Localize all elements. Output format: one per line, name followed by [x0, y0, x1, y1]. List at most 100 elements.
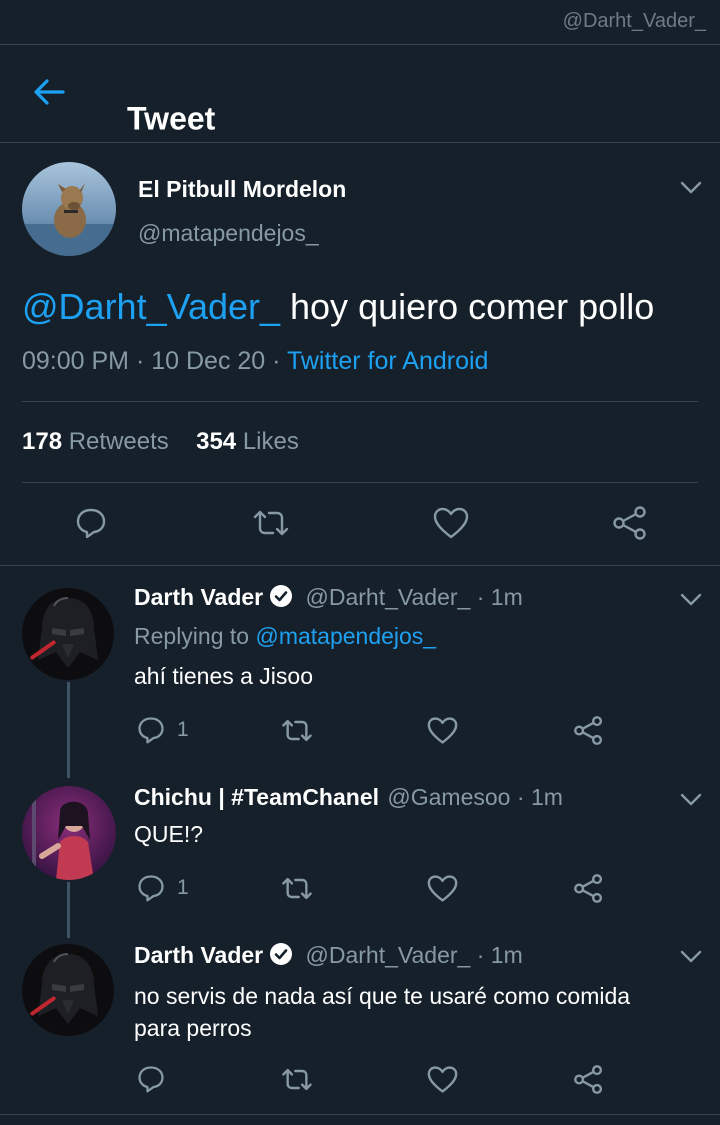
verified-badge-icon [270, 585, 293, 607]
replying-to-line: Replying to @matapendejos_ [134, 623, 436, 650]
share-icon [574, 716, 603, 745]
reply-button[interactable] [136, 715, 166, 750]
avatar[interactable] [22, 588, 114, 680]
reply-time: 1m [530, 784, 563, 810]
top-bar: @Darht_Vader_ [0, 0, 720, 45]
retweets-stat[interactable]: 178 Retweets [22, 428, 169, 455]
reply-time: 1m [490, 584, 523, 610]
tweet-date: 10 Dec 20 [151, 347, 266, 375]
account-handle: @Darht_Vader_ [562, 10, 706, 32]
reply-icon [76, 508, 106, 539]
reply-icon [138, 717, 164, 744]
reply-handle[interactable]: @Darht_Vader_ [306, 942, 471, 968]
reply-handle[interactable]: @Darht_Vader_ [306, 584, 471, 610]
reply-handle[interactable]: @Gamesoo [387, 784, 510, 810]
heart-icon [427, 717, 458, 744]
darth-vader-avatar-image [22, 944, 114, 1036]
arrow-left-icon [34, 79, 65, 105]
share-button[interactable] [573, 716, 604, 750]
like-button[interactable] [433, 506, 469, 545]
reply-header: Chichu | #TeamChanel @Gamesoo · 1m [134, 784, 563, 810]
reply-author-name[interactable]: Chichu | #TeamChanel [134, 784, 379, 810]
retweet-button[interactable] [280, 874, 314, 908]
retweets-count: 178 [22, 428, 63, 455]
share-icon [613, 506, 646, 540]
replying-to-link[interactable]: @matapendejos_ [255, 623, 436, 649]
reply-author-name[interactable]: Darth Vader [134, 942, 263, 968]
chevron-down-icon [680, 593, 702, 606]
retweet-button[interactable] [280, 716, 314, 750]
reply-options-button[interactable] [680, 793, 702, 807]
author-handle[interactable]: @matapendejos_ [138, 220, 319, 247]
heart-icon [433, 507, 469, 539]
verified-badge-icon [270, 943, 293, 965]
reply-options-button[interactable] [680, 593, 702, 607]
reply-icon [138, 1066, 164, 1093]
tweet-source-link[interactable]: Twitter for Android [287, 347, 488, 375]
reply-text-line: para perros [134, 1015, 252, 1041]
chevron-down-icon [680, 181, 702, 194]
reply-button[interactable] [136, 1064, 166, 1099]
tweet-meta: 09:00 PM · 10 Dec 20 · Twitter for Andro… [22, 347, 489, 375]
page-title: Tweet [127, 100, 216, 137]
likes-count: 354 [196, 428, 237, 455]
back-button[interactable] [30, 77, 70, 107]
pitbull-avatar-image [22, 162, 116, 256]
retweet-icon [282, 877, 312, 900]
share-icon [574, 1065, 603, 1094]
likes-stat[interactable]: 354 Likes [196, 428, 299, 455]
reply-button[interactable] [74, 506, 108, 545]
share-button[interactable] [573, 1065, 604, 1099]
chevron-down-icon [680, 793, 702, 806]
likes-label: Likes [242, 428, 299, 455]
reply-header: Darth Vader @Darht_Vader_ · 1m [134, 942, 523, 968]
reply-text: no servis de nada así que te usaré como … [134, 980, 630, 1044]
chevron-down-icon [680, 950, 702, 963]
replying-to-label: Replying to [134, 623, 256, 649]
page-header: Tweet [0, 45, 720, 143]
thread-connector [67, 882, 70, 938]
divider [22, 482, 698, 483]
reply-icon [138, 875, 164, 902]
reply-author-name[interactable]: Darth Vader [134, 584, 263, 610]
author-name[interactable]: El Pitbull Mordelon [138, 176, 346, 203]
divider [22, 401, 698, 402]
divider [0, 565, 720, 566]
reply-count: 1 [177, 718, 189, 741]
tweet-body: hoy quiero comer pollo [280, 286, 655, 327]
tweet-time: 09:00 PM [22, 347, 130, 375]
reply-text: QUE!? [134, 821, 204, 847]
heart-icon [427, 1066, 458, 1093]
share-icon [574, 874, 603, 903]
avatar[interactable] [22, 162, 116, 256]
avatar[interactable] [22, 786, 116, 880]
like-button[interactable] [427, 874, 458, 908]
heart-icon [427, 875, 458, 902]
avatar[interactable] [22, 944, 114, 1036]
retweet-icon [253, 510, 289, 536]
reply-button[interactable] [136, 873, 166, 908]
reply-time: 1m [490, 942, 523, 968]
reply-header: Darth Vader @Darht_Vader_ · 1m [134, 584, 523, 610]
darth-vader-avatar-image [22, 588, 114, 680]
reply-text-line: no servis de nada así que te usaré como … [134, 983, 631, 1009]
thread-connector [67, 682, 70, 778]
reply-count: 1 [177, 876, 189, 899]
retweet-button[interactable] [280, 1065, 314, 1099]
like-button[interactable] [427, 716, 458, 750]
tweet-options-button[interactable] [680, 181, 702, 195]
retweet-icon [282, 1068, 312, 1091]
tweet-stats: 178 Retweets 354 Likes [22, 428, 299, 456]
like-button[interactable] [427, 1065, 458, 1099]
divider [0, 1114, 720, 1115]
retweet-button[interactable] [251, 506, 291, 545]
tweet-text: @Darht_Vader_ hoy quiero comer pollo [22, 286, 654, 328]
reply-options-button[interactable] [680, 950, 702, 964]
retweet-icon [282, 719, 312, 742]
mention-link[interactable]: @Darht_Vader_ [22, 286, 280, 327]
retweets-label: Retweets [68, 428, 169, 455]
reply-text: ahí tienes a Jisoo [134, 663, 314, 689]
chichu-avatar-image [22, 786, 116, 880]
share-button[interactable] [573, 874, 604, 908]
share-button[interactable] [612, 506, 648, 545]
